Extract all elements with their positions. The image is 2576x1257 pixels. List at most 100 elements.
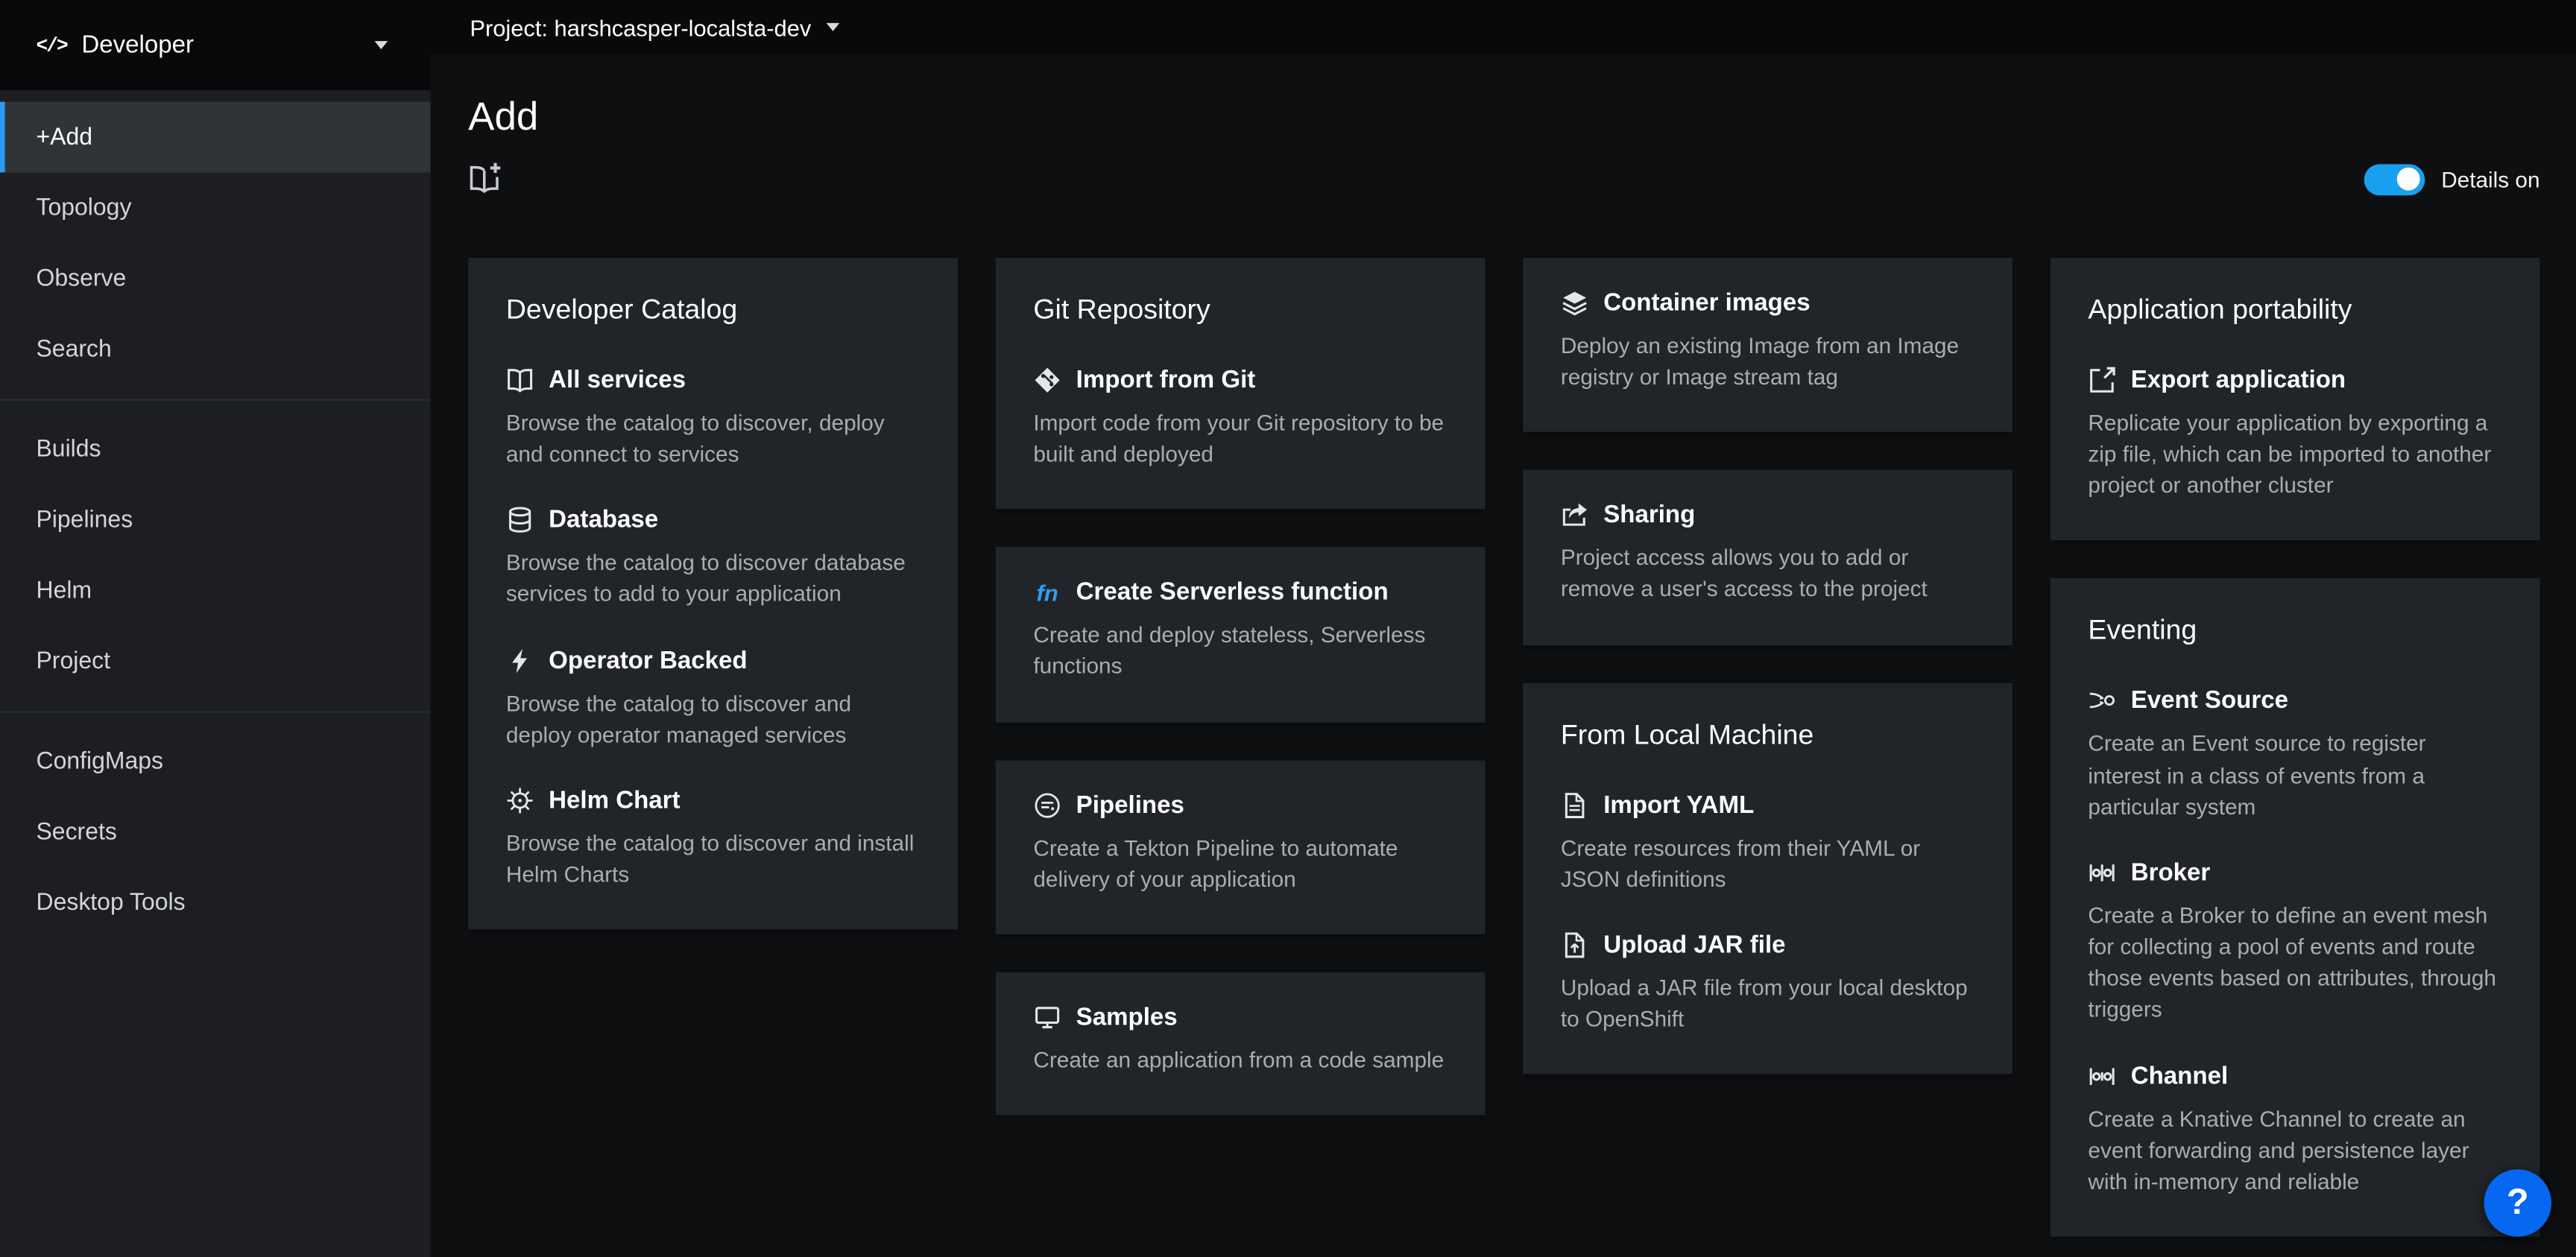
- export-icon: [2088, 367, 2115, 394]
- add-item-event-source[interactable]: Event Source Create an Event source to re…: [2088, 687, 2501, 823]
- add-item-import-from-git[interactable]: Import from Git Import code from your Git…: [1033, 367, 1447, 471]
- sidebar-item-search[interactable]: Search: [0, 314, 430, 384]
- add-item-label: Operator Backed: [549, 647, 747, 674]
- card: Eventing Event Source Create an Event sour…: [2051, 579, 2540, 1237]
- add-item-label: Container images: [1603, 289, 1810, 317]
- add-item-channel[interactable]: ChannelCreate a Knative Channel to creat…: [2088, 1062, 2501, 1197]
- card-items: All services Browse the catalog to discov…: [506, 367, 920, 891]
- sidebar-item-secrets[interactable]: Secrets: [0, 797, 430, 867]
- details-toggle-label: Details on: [2441, 167, 2539, 191]
- add-item-description: Create a Broker to define an event mesh …: [2088, 900, 2501, 1026]
- add-item-broker[interactable]: Broker Create a Broker to define an event…: [2088, 859, 2501, 1026]
- file-icon: [1561, 791, 1588, 819]
- sidebar-item-add[interactable]: +Add: [0, 102, 430, 173]
- add-item-title: Export application: [2088, 367, 2501, 394]
- perspective-switcher[interactable]: </> Developer: [0, 0, 430, 90]
- project-selector[interactable]: Project: harshcasper-localsta-dev: [430, 0, 2576, 54]
- nav-group: BuildsPipelinesHelmProject: [0, 399, 430, 712]
- card-items: Import from Git Import code from your Git…: [1033, 367, 1447, 471]
- help-button[interactable]: ?: [2484, 1168, 2551, 1235]
- card-column: Developer CatalogAll servicesBrowse the …: [468, 258, 958, 930]
- sidebar-item-observe[interactable]: Observe: [0, 243, 430, 314]
- card-grid: Developer CatalogAll servicesBrowse the …: [468, 258, 2539, 1237]
- add-item-sharing[interactable]: SharingProject access allows you to add …: [1561, 501, 1974, 606]
- add-item-description: Create an Event source to register inter…: [2088, 728, 2501, 823]
- perspective-label: Developer: [81, 31, 374, 59]
- card: Container images Deploy an existing Image…: [1523, 258, 2012, 432]
- add-item-description: Deploy an existing Image from an Image r…: [1561, 330, 1974, 393]
- card-items: Pipelines Create a Tekton Pipeline to aut…: [1033, 791, 1447, 896]
- add-item-pipelines[interactable]: Pipelines Create a Tekton Pipeline to aut…: [1033, 791, 1447, 896]
- add-item-label: Database: [549, 507, 658, 534]
- book-icon: [506, 367, 534, 394]
- card-title: Eventing: [2088, 615, 2501, 648]
- card-title: From Local Machine: [1561, 719, 1974, 752]
- add-item-create-serverless-function[interactable]: fnCreate Serverless functionCreate and d…: [1033, 579, 1447, 683]
- add-item-upload-jar-file[interactable]: Upload JAR fileUpload a JAR file from yo…: [1561, 931, 1974, 1036]
- add-item-title: Samples: [1033, 1004, 1447, 1031]
- card-items: fnCreate Serverless functionCreate and d…: [1033, 579, 1447, 683]
- card-items: Container images Deploy an existing Image…: [1561, 289, 1974, 393]
- add-item-label: Helm Chart: [549, 787, 680, 814]
- sidebar-item-pipelines[interactable]: Pipelines: [0, 484, 430, 555]
- sidebar-item-desktop-tools[interactable]: Desktop Tools: [0, 867, 430, 938]
- share-icon: [1561, 501, 1588, 529]
- add-item-description: Browse the catalog to discover database …: [506, 548, 920, 610]
- add-item-title: Container images: [1561, 289, 1974, 317]
- toggle-knob: [2398, 168, 2421, 191]
- event-source-icon: [2088, 687, 2115, 715]
- sidebar-item-project[interactable]: Project: [0, 626, 430, 697]
- add-item-label: Event Source: [2131, 687, 2288, 715]
- card: Pipelines Create a Tekton Pipeline to aut…: [996, 760, 1486, 934]
- add-item-label: Channel: [2131, 1062, 2228, 1089]
- bolt-icon: [506, 647, 534, 674]
- add-item-label: Samples: [1076, 1004, 1178, 1031]
- add-item-description: Project access allows you to add or remo…: [1561, 542, 1974, 605]
- screen: </> Developer +AddTopologyObserveSearchB…: [0, 0, 2576, 1257]
- add-item-description: Create an application from a code sample: [1033, 1045, 1447, 1076]
- add-item-all-services[interactable]: All servicesBrowse the catalog to discov…: [506, 367, 920, 471]
- add-item-container-images[interactable]: Container images Deploy an existing Image…: [1561, 289, 1974, 393]
- card: Application portabilityExport applicatio…: [2051, 258, 2540, 541]
- card-items: SharingProject access allows you to add …: [1561, 501, 1974, 606]
- nav-group: +AddTopologyObserveSearch: [0, 102, 430, 399]
- sidebar-item-helm[interactable]: Helm: [0, 555, 430, 626]
- card: SharingProject access allows you to add …: [1523, 470, 2012, 645]
- card: Git RepositoryImport from GitImport code…: [996, 258, 1486, 510]
- add-item-import-yaml[interactable]: Import YAMLCreate resources from their Y…: [1561, 791, 1974, 896]
- add-item-description: Create a Tekton Pipeline to automate del…: [1033, 832, 1447, 895]
- samples-icon: [1033, 1004, 1061, 1031]
- layers-icon: [1561, 289, 1588, 317]
- add-item-database[interactable]: Database Browse the catalog to discover d…: [506, 507, 920, 611]
- project-selector-label: Project: harshcasper-localsta-dev: [470, 14, 811, 40]
- add-item-label: Create Serverless function: [1076, 579, 1389, 607]
- details-toggle[interactable]: [2364, 163, 2425, 194]
- helm-icon: [506, 787, 534, 814]
- sidebar-item-configmaps[interactable]: ConfigMaps: [0, 726, 430, 797]
- add-item-title: Pipelines: [1033, 791, 1447, 819]
- add-item-title: All services: [506, 367, 920, 394]
- add-page: Add Details on: [430, 54, 2576, 1257]
- add-item-samples[interactable]: Samples Create an application from a code…: [1033, 1004, 1447, 1076]
- add-item-helm-chart[interactable]: Helm ChartBrowse the catalog to discover…: [506, 787, 920, 891]
- database-icon: [506, 507, 534, 534]
- add-item-title: Import from Git: [1033, 367, 1447, 394]
- sidebar-item-topology[interactable]: Topology: [0, 172, 430, 243]
- developer-perspective-icon: </>: [36, 34, 66, 57]
- card: Samples Create an application from a code…: [996, 972, 1486, 1115]
- add-item-description: Import code from your Git repository to …: [1033, 408, 1447, 470]
- card-items: Import YAMLCreate resources from their Y…: [1561, 791, 1974, 1036]
- card-items: Event Source Create an Event source to re…: [2088, 687, 2501, 1197]
- card: fnCreate Serverless functionCreate and d…: [996, 548, 1486, 722]
- git-icon: [1033, 367, 1061, 394]
- page-title: Add: [468, 95, 2539, 142]
- add-item-operator-backed[interactable]: Operator BackedBrowse the catalog to dis…: [506, 647, 920, 751]
- add-item-title: Channel: [2088, 1062, 2501, 1089]
- add-item-title: Upload JAR file: [1561, 931, 1974, 959]
- add-item-title: Operator Backed: [506, 647, 920, 674]
- add-item-export-application[interactable]: Export applicationReplicate your applica…: [2088, 367, 2501, 502]
- add-item-description: Create resources from their YAML or JSON…: [1561, 832, 1974, 895]
- sidebar-item-builds[interactable]: Builds: [0, 414, 430, 484]
- add-item-label: Broker: [2131, 859, 2211, 887]
- add-item-title: Helm Chart: [506, 787, 920, 814]
